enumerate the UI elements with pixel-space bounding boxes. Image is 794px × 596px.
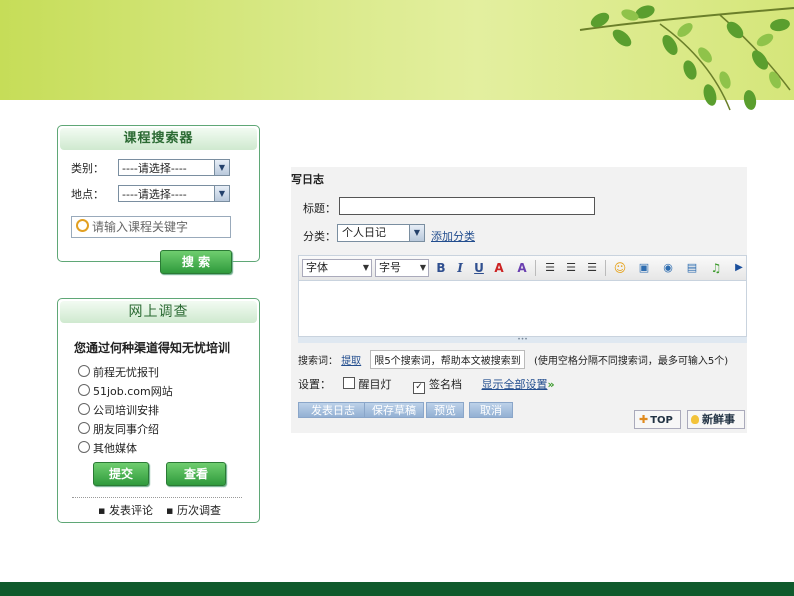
keywords-row: 搜索词： 提取 限5个搜索词，帮助本文被搜索到 (使用空格分隔不同搜索词，最多可…	[298, 350, 728, 369]
video-icon[interactable]: ▶	[731, 260, 747, 276]
extract-link[interactable]: 提取	[341, 356, 361, 367]
chevron-down-icon: ▼	[214, 186, 229, 201]
history-link-label: 历次调查	[176, 504, 221, 517]
link-icon[interactable]: ◉	[660, 260, 676, 276]
emoticon-icon[interactable]: ☺	[612, 260, 628, 276]
preview-button[interactable]: 预览	[426, 402, 464, 418]
option-label: 51job.com网站	[93, 385, 173, 398]
underline-icon[interactable]: U	[471, 260, 487, 276]
option-label: 朋友同事介绍	[93, 423, 159, 436]
new-button-label: 新鲜事	[702, 413, 735, 426]
toolbar-divider	[605, 260, 606, 276]
font-select[interactable]: 字体 ▼	[302, 259, 372, 277]
option-label: 其他媒体	[93, 442, 137, 455]
chevron-down-icon: ▼	[419, 263, 426, 272]
size-select-value: 字号	[379, 261, 401, 274]
top-button-label: TOP	[650, 415, 673, 426]
survey-option[interactable]: 其他媒体	[78, 440, 137, 456]
survey-option[interactable]: 朋友同事介绍	[78, 421, 159, 437]
arrow-up-icon: ✚	[639, 413, 649, 426]
align-center-icon[interactable]: ☰	[563, 260, 579, 276]
content-textarea[interactable]	[298, 281, 747, 337]
location-select[interactable]: ----请选择---- ▼	[118, 185, 230, 202]
blog-category-select[interactable]: 个人日记 ▼	[337, 224, 425, 242]
title-input[interactable]	[339, 197, 595, 215]
editor-toolbar: 字体 ▼ 字号 ▼ B I U A A ☰ ☰ ☰ ☺ ▣ ◉ ▤ ♫ ▶	[298, 255, 747, 281]
survey-option[interactable]: 51job.com网站	[78, 383, 173, 399]
music-icon[interactable]: ♫	[708, 260, 724, 276]
cancel-button[interactable]: 取消	[469, 402, 513, 418]
survey-option[interactable]: 公司培训安排	[78, 402, 159, 418]
divider	[72, 497, 242, 498]
align-right-icon[interactable]: ☰	[584, 260, 600, 276]
course-search-title: 课程搜索器	[60, 128, 257, 150]
radio-icon[interactable]	[78, 384, 90, 396]
survey-option[interactable]: 前程无忧报刊	[78, 364, 159, 380]
double-chevron-down-icon: »	[547, 378, 555, 391]
search-button[interactable]: 搜 索	[160, 250, 232, 274]
save-draft-button[interactable]: 保存草稿	[364, 402, 424, 418]
blog-category-value: 个人日记	[342, 226, 386, 239]
option-label: 公司培训安排	[93, 404, 159, 417]
size-select[interactable]: 字号 ▼	[375, 259, 429, 277]
keywords-hint: (使用空格分隔不同搜索词，最多可输入5个)	[533, 356, 729, 367]
highlight-checkbox[interactable]	[342, 377, 355, 389]
survey-question: 您通过何种渠道得知无忧培训	[74, 341, 231, 355]
history-link[interactable]: ▪ 历次调查	[166, 502, 221, 518]
title-label: 标题：	[303, 202, 336, 215]
editor-header: 写日志	[291, 173, 324, 186]
font-color-icon[interactable]: A	[491, 260, 507, 276]
radio-icon[interactable]	[78, 365, 90, 377]
view-button[interactable]: 查看	[166, 462, 226, 486]
show-all-settings-link[interactable]: 显示全部设置	[482, 378, 548, 391]
resize-handle[interactable]: •••	[298, 337, 747, 343]
chevron-down-icon: ▼	[362, 263, 369, 272]
radio-icon[interactable]	[78, 441, 90, 453]
photo-icon[interactable]: ▤	[684, 260, 700, 276]
blog-editor: 写日志 标题： 分类： 个人日记 ▼ 添加分类 字体 ▼ 字号 ▼ B I U A …	[291, 167, 747, 433]
survey-title: 网上调查	[60, 301, 257, 323]
category-label: 分类：	[303, 230, 336, 243]
chevron-down-icon: ▼	[409, 225, 424, 241]
new-button[interactable]: 新鲜事	[687, 410, 745, 429]
footer-bar	[0, 582, 794, 596]
course-search-panel: 课程搜索器 类别： ----请选择---- ▼ 地点： ----请选择---- …	[57, 125, 260, 274]
comment-link-label: 发表评论	[108, 504, 153, 517]
option-label: 前程无忧报刊	[93, 366, 159, 379]
keywords-label: 搜索词：	[298, 356, 338, 367]
radio-icon[interactable]	[78, 403, 90, 415]
signature-checkbox[interactable]: ✓	[413, 382, 425, 394]
top-button[interactable]: ✚ TOP	[634, 410, 681, 429]
chevron-down-icon: ▼	[214, 160, 229, 175]
settings-row: 设置： 醒目灯 ✓ 签名档 显示全部设置»	[298, 376, 555, 394]
category-select-value: ----请选择----	[122, 162, 187, 175]
italic-icon[interactable]: I	[452, 260, 468, 276]
highlight-icon[interactable]: A	[514, 260, 530, 276]
font-select-value: 字体	[306, 261, 328, 274]
align-left-icon[interactable]: ☰	[542, 260, 558, 276]
signature-checkbox-label: 签名档	[429, 378, 462, 391]
search-icon	[76, 219, 89, 232]
highlight-checkbox-label: 醒目灯	[358, 378, 392, 391]
category-label: 类别：	[71, 162, 104, 175]
settings-label: 设置：	[298, 378, 331, 391]
publish-button[interactable]: 发表日志	[298, 402, 368, 418]
survey-panel: 网上调查 您通过何种渠道得知无忧培训 前程无忧报刊 51job.com网站 公司…	[57, 298, 260, 523]
lightbulb-icon	[691, 415, 699, 424]
bold-icon[interactable]: B	[433, 260, 449, 276]
toolbar-divider	[535, 260, 536, 276]
keyword-input[interactable]: 请输入课程关键字	[71, 216, 231, 238]
comment-link[interactable]: ▪ 发表评论	[98, 502, 153, 518]
keyword-placeholder: 请输入课程关键字	[92, 220, 189, 234]
keywords-input[interactable]: 限5个搜索词，帮助本文被搜索到	[370, 350, 525, 369]
location-label: 地点：	[71, 188, 104, 201]
add-category-link[interactable]: 添加分类	[431, 228, 475, 244]
location-select-value: ----请选择----	[122, 188, 187, 201]
image-icon[interactable]: ▣	[636, 260, 652, 276]
radio-icon[interactable]	[78, 422, 90, 434]
submit-button[interactable]: 提交	[93, 462, 149, 486]
leaf-decoration	[579, 5, 794, 111]
category-select[interactable]: ----请选择---- ▼	[118, 159, 230, 176]
